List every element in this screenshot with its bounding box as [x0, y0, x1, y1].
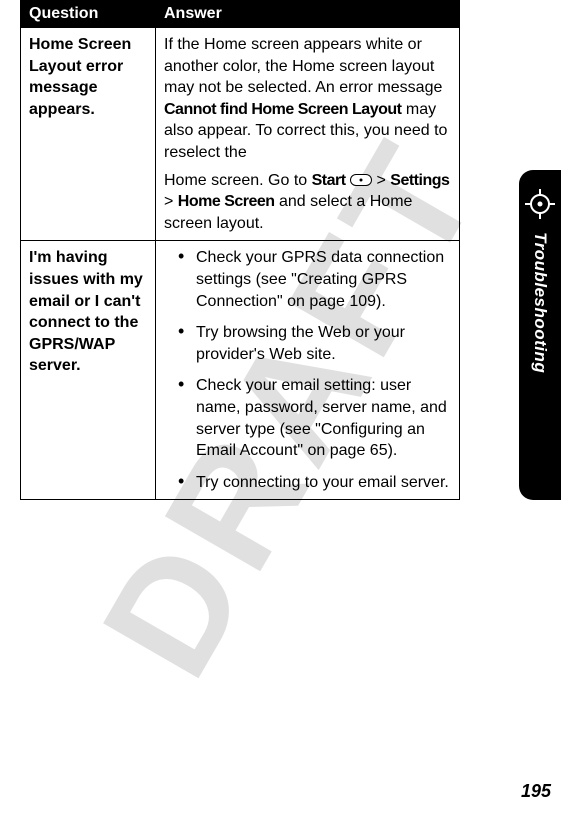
table-header-answer: Answer — [156, 1, 460, 28]
softkey-icon — [350, 174, 372, 186]
ui-term: Settings — [390, 172, 449, 189]
answer-paragraph: If the Home screen appears white or anot… — [164, 34, 451, 164]
side-tab: Troubleshooting — [519, 170, 561, 500]
answer-paragraph: Home screen. Go to Start > Settings > Ho… — [164, 170, 451, 235]
question-cell: Home Screen Layout error message appears… — [21, 28, 156, 241]
page-content: Question Answer Home Screen Layout error… — [0, 0, 480, 500]
side-tab-label: Troubleshooting — [530, 232, 550, 373]
ui-term: Cannot find Home Screen Layout — [164, 101, 401, 118]
answer-cell: If the Home screen appears white or anot… — [156, 28, 460, 241]
answer-text: > — [164, 193, 178, 210]
answer-list: Check your GPRS data connection settings… — [164, 247, 451, 493]
question-cell: I'm having issues with my email or I can… — [21, 241, 156, 500]
crosshair-icon — [524, 188, 556, 220]
answer-cell: Check your GPRS data connection settings… — [156, 241, 460, 500]
list-item: Check your GPRS data connection settings… — [178, 247, 451, 312]
answer-text: > — [372, 172, 390, 189]
ui-term: Home Screen — [178, 193, 275, 210]
table-header-question: Question — [21, 1, 156, 28]
list-item: Try connecting to your email server. — [178, 472, 451, 494]
answer-text: If the Home screen appears white or anot… — [164, 36, 442, 96]
page-number: 195 — [521, 781, 551, 802]
ui-term: Start — [312, 172, 346, 189]
answer-text: Home screen. Go to — [164, 172, 312, 189]
list-item: Check your email setting: user name, pas… — [178, 375, 451, 461]
table-row: Home Screen Layout error message appears… — [21, 28, 460, 241]
list-item: Try browsing the Web or your provider's … — [178, 322, 451, 365]
table-row: I'm having issues with my email or I can… — [21, 241, 460, 500]
troubleshoot-table: Question Answer Home Screen Layout error… — [20, 0, 460, 500]
